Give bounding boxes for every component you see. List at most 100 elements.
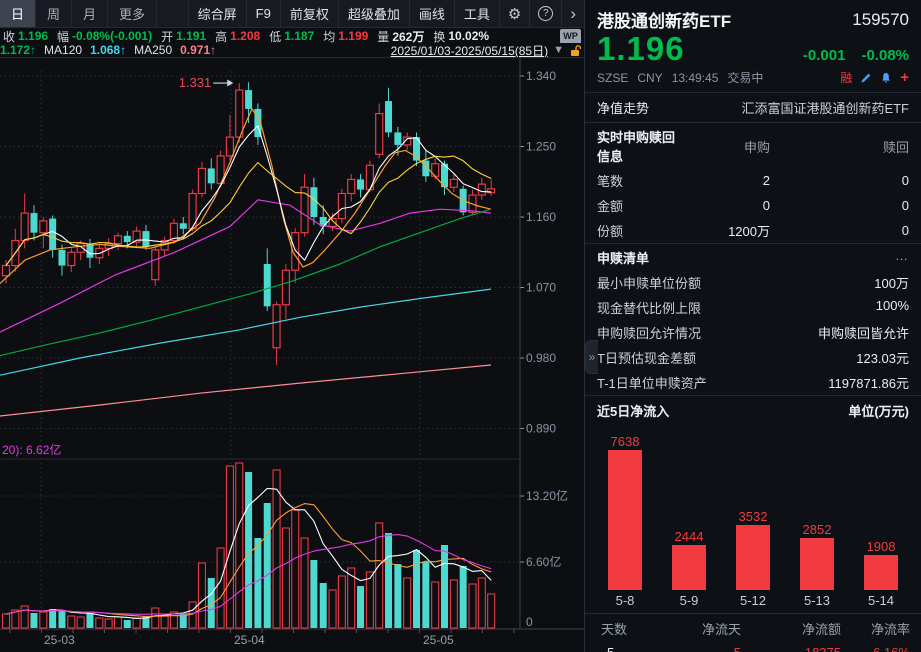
quote-value: 1.208 <box>230 29 260 43</box>
flow-bar <box>864 555 898 590</box>
quote-item: 低1.187 <box>269 29 314 43</box>
flow-net-days-cell: 5 <box>657 645 741 652</box>
tab-period-月[interactable]: 月 <box>72 0 108 27</box>
flow-bar-value: 1908 <box>867 539 896 554</box>
tool-button[interactable]: 综合屏 <box>188 0 246 27</box>
expand-chevron-icon[interactable]: › <box>561 0 584 27</box>
quote-label: 低 <box>269 29 281 43</box>
unlock-icon[interactable] <box>569 44 581 57</box>
ma-legend-item: 1.068↑ <box>90 43 126 57</box>
margin-trading-flag: 融 <box>840 69 852 86</box>
rt-row: 金额00 <box>597 193 909 218</box>
list-row: T-1日单位申赎资产 1197871.86元 <box>597 370 909 395</box>
list-row: T日预估现金差额123.03元 <box>597 345 909 370</box>
list-row-value: 100万 <box>874 273 909 292</box>
quote-value: 1.191 <box>176 29 206 43</box>
svg-text:20): 6.62亿: 20): 6.62亿 <box>2 442 61 457</box>
more-ellipsis-button[interactable]: … <box>895 248 909 267</box>
flow-bar-date: 5-9 <box>657 593 721 608</box>
flow-bar-column: 2444 <box>657 529 721 590</box>
flow-bar-date: 5-8 <box>593 593 657 608</box>
quote-item: 量262万 <box>377 29 424 43</box>
list-row-value: 100% <box>876 298 909 317</box>
tool-button[interactable]: 前复权 <box>280 0 338 27</box>
svg-text:25-04: 25-04 <box>234 633 265 647</box>
wp-badge-icon[interactable]: WP <box>560 29 581 43</box>
net-inflow-dates: 5-85-95-125-135-14 <box>585 590 921 613</box>
list-row-value: 1197871.86元 <box>828 373 909 392</box>
stock-info-panel: » 港股通创新药ETF 159570 1.196 -0.001 -0.08% S… <box>584 0 921 652</box>
price-change-pct: -0.08% <box>861 47 909 64</box>
list-row-label: T-1日单位申赎资产 <box>597 373 707 392</box>
ma-legend-item: MA120 <box>44 43 82 57</box>
trading-status: 交易中 <box>727 69 763 86</box>
tool-button[interactable]: 画线 <box>409 0 454 27</box>
quote-item: 幅-0.08%(-0.001) <box>57 29 152 43</box>
list-row: 最小申赎单位份额 100万 <box>597 270 909 295</box>
quote-value: 1.187 <box>284 29 314 43</box>
svg-text:0.980: 0.980 <box>526 351 556 365</box>
ma-values: 1.172↑MA1201.068↑MA2500.971↑ <box>3 43 224 57</box>
flow-bar-column: 2852 <box>785 522 849 590</box>
subscription-list-section: 申赎清单 … 最小申赎单位份额100万现金替代比例上限100%申购赎回允许情况申… <box>585 244 921 395</box>
quote-value: 1.196 <box>18 29 48 43</box>
stock-app-window: 日周月更多 综合屏F9前复权超级叠加画线工具 ⚙ ? › 收1.196幅-0.0… <box>0 0 921 652</box>
rt-redeem-value: 0 <box>770 223 909 238</box>
stock-name: 港股通创新药ETF <box>597 7 731 32</box>
tool-button[interactable]: 超级叠加 <box>338 0 409 27</box>
flow-bar <box>608 450 642 590</box>
tab-period-日[interactable]: 日 <box>0 0 36 27</box>
last-price: 1.196 <box>597 30 685 68</box>
help-icon[interactable]: ? <box>529 0 561 27</box>
settings-gear-icon[interactable]: ⚙ <box>499 0 529 27</box>
price-volume-chart[interactable]: 1.3401.2501.1601.0700.9800.89013.20亿6.60… <box>0 57 584 652</box>
svg-text:13.20亿: 13.20亿 <box>526 488 568 503</box>
flow-table-header-cell: 天数 <box>597 619 657 638</box>
tool-button[interactable]: 工具 <box>454 0 499 27</box>
nav-value-row[interactable]: 净值走势 汇添富国证港股通创新药ETF <box>585 93 921 122</box>
flow-bar-column: 3532 <box>721 509 785 590</box>
flow-bar <box>736 525 770 590</box>
panel-collapse-handle[interactable]: » <box>585 340 598 374</box>
add-to-watchlist-icon[interactable]: + <box>900 70 909 85</box>
flow-net-rate-cell: 6.16% <box>841 645 910 652</box>
list-row-label: T日预估现金差额 <box>597 348 696 367</box>
quote-label: 幅 <box>57 29 69 43</box>
alert-bell-icon[interactable] <box>880 72 892 84</box>
edit-pencil-icon[interactable] <box>860 72 872 84</box>
quote-item: 收1.196 <box>3 29 48 43</box>
quote-summary-row: 收1.196幅-0.08%(-0.001)开1.191高1.208低1.187均… <box>0 29 584 43</box>
currency-label: CNY <box>637 71 662 85</box>
tab-period-周[interactable]: 周 <box>36 0 72 27</box>
stock-code: 159570 <box>852 10 909 30</box>
rt-row: 笔数20 <box>597 168 909 193</box>
chart-section: 日周月更多 综合屏F9前复权超级叠加画线工具 ⚙ ? › 收1.196 幅-0.0… <box>0 0 584 652</box>
date-range-selector[interactable]: 2025/01/03-2025/05/15(85日) <box>391 43 548 57</box>
quote-time: 13:49:45 <box>672 71 719 85</box>
svg-text:6.60亿: 6.60亿 <box>526 554 561 569</box>
svg-text:25-05: 25-05 <box>423 633 454 647</box>
chevron-down-icon[interactable]: ▼ <box>553 44 564 56</box>
tool-button[interactable]: F9 <box>246 0 280 27</box>
svg-text:1.070: 1.070 <box>526 280 556 294</box>
net-inflow-unit: 单位(万元) <box>848 401 909 420</box>
tab-period-更多[interactable]: 更多 <box>108 0 157 27</box>
period-tabs: 日周月更多 <box>0 0 157 27</box>
nav-label: 净值走势 <box>597 98 649 117</box>
net-inflow-title: 近5日净流入 <box>597 401 669 420</box>
svg-text:25-03: 25-03 <box>44 633 75 647</box>
flow-days-cell: 5 <box>597 645 657 652</box>
exchange-label: SZSE <box>597 71 628 85</box>
svg-text:1.160: 1.160 <box>526 210 556 224</box>
net-inflow-header: 近5日净流入 单位(万元) <box>585 396 921 420</box>
quote-label: 收 <box>3 29 15 43</box>
flow-table-row: 55183756.16% <box>597 641 909 652</box>
flow-bar-value: 3532 <box>739 509 768 524</box>
rt-col-subscribe: 申购 <box>680 137 770 156</box>
list-row-label: 最小申赎单位份额 <box>597 273 701 292</box>
flow-bar-value: 7638 <box>611 434 640 449</box>
rt-row-label: 金额 <box>597 196 680 215</box>
rt-subscribe-value: 2 <box>680 173 770 188</box>
list-row-value: 申购赎回皆允许 <box>818 323 909 342</box>
flow-bar-value: 2852 <box>803 522 832 537</box>
